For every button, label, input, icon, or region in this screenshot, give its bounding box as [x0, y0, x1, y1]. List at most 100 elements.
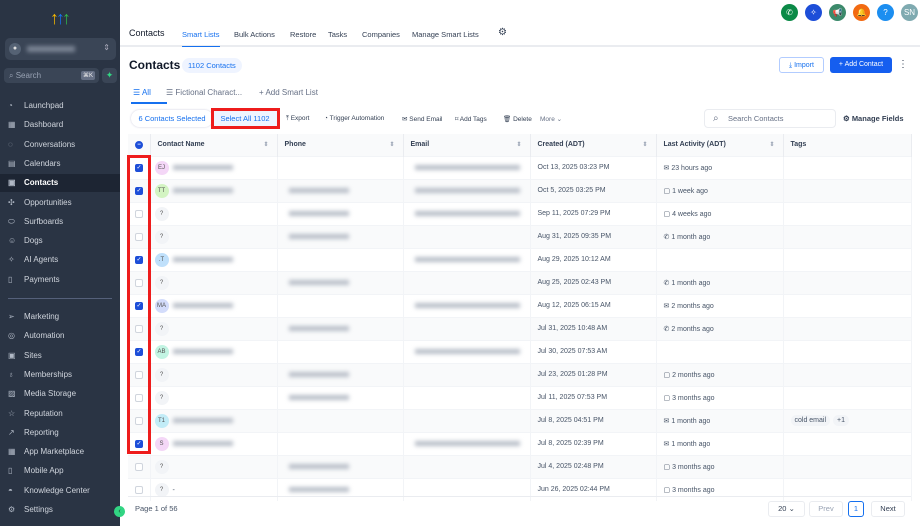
send-email-button[interactable]: ✉ Send Email	[402, 115, 443, 123]
table-row[interactable]: ? Sep 11, 2025 07:29 PM ▢ 4 weeks ago	[128, 201, 912, 225]
list-tab-all[interactable]: ☰ All	[133, 88, 151, 97]
row-checkbox-cell[interactable]	[128, 201, 151, 225]
row-checkbox[interactable]: ✓	[135, 439, 143, 448]
sidebar-item-contacts[interactable]: ▣ Contacts	[0, 174, 120, 193]
sidebar-item-dashboard[interactable]: ▦ Dashboard	[0, 116, 120, 134]
contact-name-cell[interactable]: ?	[150, 316, 278, 340]
more-button[interactable]: More ⌄	[540, 115, 562, 123]
sidebar-item-surfboards[interactable]: ⬭ Surfboards	[0, 213, 120, 231]
row-checkbox[interactable]: ✓	[135, 186, 143, 195]
row-checkbox[interactable]: ✓	[135, 255, 143, 264]
table-row[interactable]: ✓ S Jul 8, 2025 02:39 PM ✉ 1 month ago	[128, 431, 912, 455]
row-checkbox[interactable]	[135, 462, 143, 471]
row-checkbox-cell[interactable]	[128, 362, 151, 386]
row-checkbox-cell[interactable]: ✓	[128, 155, 151, 179]
help-icon[interactable]: ?	[877, 4, 894, 21]
contact-name-cell[interactable]: TT	[150, 178, 278, 202]
tab-manage-smart-lists[interactable]: Manage Smart Lists	[412, 30, 479, 39]
sidebar-item-memberships[interactable]: ♁ Memberships	[0, 366, 120, 384]
col-phone[interactable]: Phone ⇕	[277, 134, 404, 156]
sidebar-item-media-storage[interactable]: ▨ Media Storage	[0, 385, 120, 403]
prev-button[interactable]: Prev	[809, 501, 843, 517]
row-checkbox[interactable]	[135, 278, 143, 287]
row-checkbox[interactable]	[135, 324, 143, 333]
add-tags-button[interactable]: ⌑ Add Tags	[455, 115, 487, 123]
row-checkbox[interactable]	[135, 209, 143, 218]
tab-companies[interactable]: Companies	[362, 30, 400, 39]
table-row[interactable]: ✓ TT Oct 5, 2025 03:25 PM ▢ 1 week ago	[128, 178, 912, 202]
import-button[interactable]: ⤓ Import	[779, 57, 824, 73]
sidebar-item-opportunities[interactable]: ✣ Opportunities	[0, 194, 120, 212]
contact-name-cell[interactable]: ?	[150, 270, 278, 294]
contact-name-cell[interactable]: .T	[150, 247, 278, 271]
contact-name-cell[interactable]: ?	[150, 362, 278, 386]
more-options-icon[interactable]: ⋮	[898, 57, 908, 73]
search-contacts-input[interactable]: ⌕ Search Contacts	[704, 109, 836, 128]
select-all-button[interactable]: Select All 1102	[213, 110, 277, 127]
row-checkbox[interactable]: ✓	[135, 301, 143, 310]
col-created[interactable]: Created (ADT) ⇕	[530, 134, 657, 156]
add-smart-list-button[interactable]: + Add Smart List	[259, 88, 318, 97]
sidebar-item-mobile-app[interactable]: ▯ Mobile App	[0, 462, 120, 480]
sidebar-item-conversations[interactable]: ◌ Conversations	[0, 136, 120, 154]
row-checkbox-cell[interactable]	[128, 224, 151, 248]
sidebar-search[interactable]: ⌕ Search ⌘K	[4, 68, 99, 83]
table-row[interactable]: ? Aug 31, 2025 09:35 PM ✆ 1 month ago	[128, 224, 912, 248]
account-switcher[interactable]: ● ⇕	[5, 38, 116, 60]
settings-gear-icon[interactable]: ⚙	[498, 27, 507, 38]
bell-icon[interactable]: 🔔	[853, 4, 870, 21]
sidebar-item-reporting[interactable]: ↗ Reporting	[0, 424, 120, 442]
tag[interactable]: +1	[833, 415, 849, 426]
tab-smart-lists[interactable]: Smart Lists	[182, 30, 220, 47]
manage-fields-button[interactable]: ⚙ Manage Fields	[843, 114, 904, 123]
megaphone-icon[interactable]: 📢	[829, 4, 846, 21]
row-checkbox-cell[interactable]: ✓	[128, 247, 151, 271]
row-checkbox-cell[interactable]	[128, 270, 151, 294]
contact-name-cell[interactable]: EJ	[150, 155, 278, 179]
row-checkbox-cell[interactable]: ✓	[128, 178, 151, 202]
sidebar-item-launchpad[interactable]: ◔ Launchpad	[0, 97, 120, 115]
avatar[interactable]: SN	[901, 4, 918, 21]
select-all-checkbox[interactable]: −	[128, 134, 151, 156]
table-row[interactable]: ✓ EJ Oct 13, 2025 03:23 PM ✉ 23 hours ag…	[128, 155, 912, 179]
export-button[interactable]: ⤒ Export	[286, 115, 309, 123]
page-1-button[interactable]: 1	[848, 501, 864, 517]
col-last-activity[interactable]: Last Activity (ADT) ⇕	[656, 134, 784, 156]
tag[interactable]: cold email	[790, 415, 831, 426]
tab-tasks[interactable]: Tasks	[328, 30, 347, 39]
sidebar-item-ai-agents[interactable]: ✧ AI Agents	[0, 251, 120, 269]
phone-icon[interactable]: ✆	[781, 4, 798, 21]
contact-name-cell[interactable]: T1	[150, 408, 278, 432]
table-row[interactable]: ? Jul 23, 2025 01:28 PM ▢ 2 months ago	[128, 362, 912, 386]
row-checkbox-cell[interactable]	[128, 316, 151, 340]
sidebar-item-settings[interactable]: ⚙ Settings	[0, 501, 120, 519]
row-checkbox[interactable]: ✓	[135, 347, 143, 356]
contact-name-cell[interactable]: ?	[150, 385, 278, 409]
row-checkbox[interactable]	[135, 232, 143, 241]
sidebar-item-reputation[interactable]: ☆ Reputation	[0, 405, 120, 423]
table-row[interactable]: T1 Jul 8, 2025 04:51 PM ✉ 1 month ago co…	[128, 408, 912, 432]
sidebar-item-app-marketplace[interactable]: ▦ App Marketplace	[0, 443, 120, 461]
contact-name-cell[interactable]: AB	[150, 339, 278, 363]
row-checkbox[interactable]	[135, 370, 143, 379]
next-button[interactable]: Next	[871, 501, 905, 517]
sidebar-item-calendars[interactable]: ▤ Calendars	[0, 155, 120, 173]
table-row[interactable]: ✓ MA Aug 12, 2025 06:15 AM ✉ 2 months ag…	[128, 293, 912, 317]
table-row[interactable]: ? Jul 11, 2025 07:53 PM ▢ 3 months ago	[128, 385, 912, 409]
contact-name-cell[interactable]: MA	[150, 293, 278, 317]
delete-button[interactable]: 🗑 Delete	[503, 115, 532, 123]
contact-name-cell[interactable]: ?	[150, 224, 278, 248]
row-checkbox-cell[interactable]	[128, 408, 151, 432]
sidebar-item-marketing[interactable]: ➢ Marketing	[0, 308, 120, 326]
sidebar-item-dogs[interactable]: ☺ Dogs	[0, 232, 120, 250]
col-contact-name[interactable]: Contact Name ⇕	[150, 134, 278, 156]
table-row[interactable]: ? Aug 25, 2025 02:43 PM ✆ 1 month ago	[128, 270, 912, 294]
table-row[interactable]: ? Jul 4, 2025 02:48 PM ▢ 3 months ago	[128, 454, 912, 478]
sidebar-item-knowledge-center[interactable]: ◓ Knowledge Center	[0, 482, 120, 500]
row-checkbox-cell[interactable]	[128, 454, 151, 478]
contact-name-cell[interactable]: S	[150, 431, 278, 455]
row-checkbox-cell[interactable]	[128, 385, 151, 409]
list-tab-fictional[interactable]: ☰ Fictional Charact...	[166, 88, 242, 97]
contact-name-cell[interactable]: ?	[150, 454, 278, 478]
row-checkbox-cell[interactable]: ✓	[128, 293, 151, 317]
